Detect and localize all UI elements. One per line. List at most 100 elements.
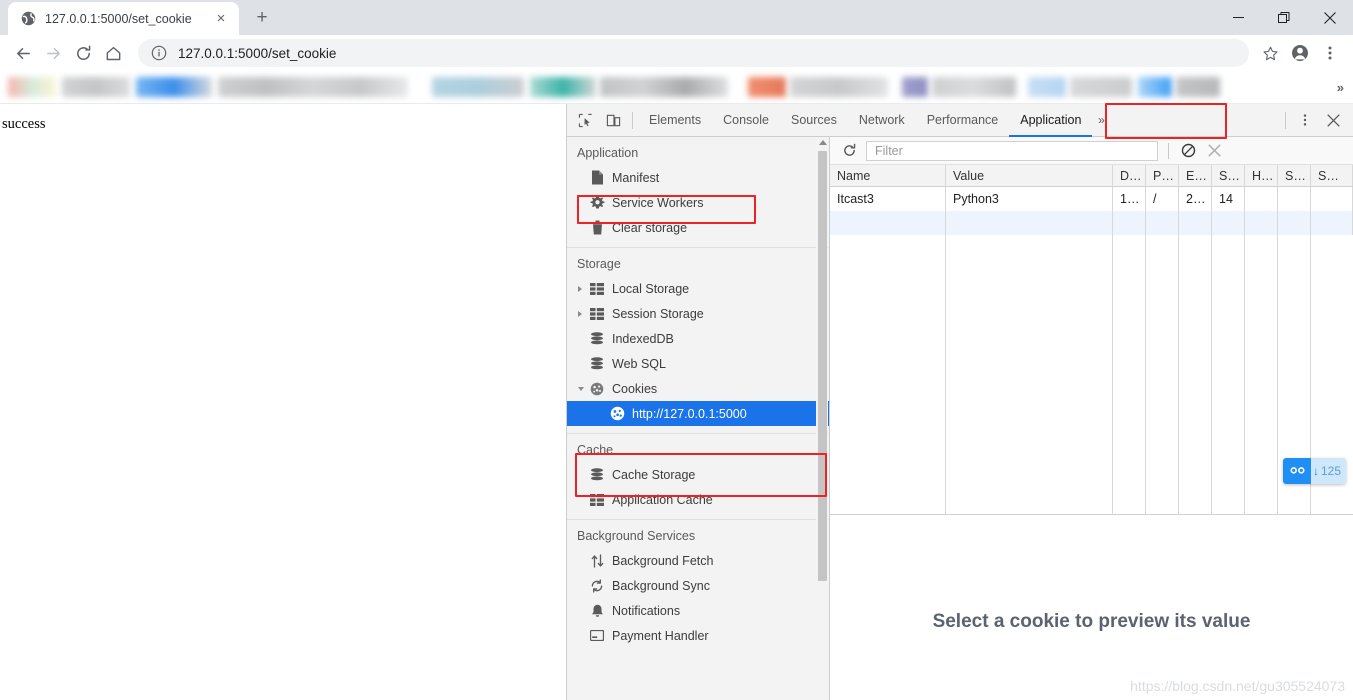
address-bar[interactable]: 127.0.0.1:5000/set_cookie	[138, 39, 1249, 67]
new-tab-button[interactable]: +	[248, 4, 276, 32]
table-row-empty[interactable]	[830, 211, 1353, 235]
tab-application[interactable]: Application	[1009, 104, 1093, 137]
sidebar-item-notifications[interactable]: Notifications	[567, 598, 829, 623]
bookmark-item[interactable]	[8, 77, 56, 97]
sidebar-item-local-storage[interactable]: Local Storage	[567, 276, 829, 301]
chevron-right-icon[interactable]	[578, 310, 582, 317]
cookies-table: Name Value D… P… E… S… H… S… S… Itcast3 …	[830, 165, 1353, 514]
sidebar-item-service-workers[interactable]: Service Workers	[567, 190, 829, 215]
bookmark-item[interactable]	[902, 77, 928, 97]
column-header-samesite[interactable]: S…	[1311, 165, 1353, 186]
sidebar-item-label: Session Storage	[612, 306, 704, 321]
profile-avatar-icon[interactable]	[1285, 38, 1315, 68]
database-icon	[589, 467, 605, 483]
home-icon[interactable]	[98, 38, 128, 68]
filter-input[interactable]: Filter	[866, 140, 1158, 161]
devtools-close-icon[interactable]	[1319, 107, 1347, 133]
devtools-menu-icon[interactable]	[1291, 107, 1319, 133]
minimize-button[interactable]	[1215, 0, 1261, 35]
sidebar-scrollbar[interactable]	[816, 137, 828, 700]
bell-icon	[589, 603, 605, 619]
sidebar-item-application-cache[interactable]: Application Cache	[567, 487, 829, 512]
column-header-domain[interactable]: D…	[1113, 165, 1146, 186]
chevron-right-icon[interactable]	[578, 285, 582, 292]
maximize-restore-button[interactable]	[1261, 0, 1307, 35]
sidebar-item-background-fetch[interactable]: Background Fetch	[567, 548, 829, 573]
browser-tab[interactable]: 127.0.0.1:5000/set_cookie ×	[8, 2, 239, 35]
toolbar-divider	[1168, 142, 1169, 159]
sidebar-item-background-sync[interactable]: Background Sync	[567, 573, 829, 598]
column-header-name[interactable]: Name	[830, 165, 946, 186]
download-manager-badge[interactable]: ↓ 125	[1283, 458, 1347, 484]
cell-samesite	[1311, 187, 1353, 211]
sidebar-item-label: Application Cache	[612, 492, 713, 507]
toolbar-divider	[1285, 111, 1286, 129]
info-circle-icon[interactable]	[150, 45, 167, 62]
bookmark-item[interactable]	[530, 77, 596, 97]
preview-empty-message: Select a cookie to preview its value	[932, 611, 1251, 632]
bookmark-item[interactable]	[1176, 77, 1220, 97]
column-header-secure[interactable]: S…	[1278, 165, 1311, 186]
trash-icon	[589, 220, 605, 236]
sidebar-item-label: IndexedDB	[612, 331, 674, 346]
inspect-element-icon[interactable]	[571, 107, 599, 133]
column-header-expires[interactable]: E…	[1179, 165, 1212, 186]
scroll-up-icon[interactable]	[819, 140, 827, 145]
bookmark-item[interactable]	[600, 77, 728, 97]
bookmark-item[interactable]	[748, 77, 786, 97]
browser-menu-icon[interactable]	[1315, 38, 1345, 68]
bookmarks-overflow-icon[interactable]: »	[1337, 80, 1344, 95]
bookmark-item[interactable]	[1138, 77, 1172, 97]
sidebar-item-cache-storage[interactable]: Cache Storage	[567, 462, 829, 487]
table-row[interactable]: Itcast3 Python3 1… / 2… 14	[830, 187, 1353, 211]
sidebar-item-manifest[interactable]: Manifest	[567, 165, 829, 190]
sidebar-item-session-storage[interactable]: Session Storage	[567, 301, 829, 326]
column-header-httponly[interactable]: H…	[1245, 165, 1278, 186]
window-close-button[interactable]	[1307, 0, 1353, 35]
bookmark-item[interactable]	[932, 77, 1016, 97]
bookmarks-bar[interactable]: »	[0, 71, 1353, 104]
tab-elements[interactable]: Elements	[638, 104, 712, 137]
sidebar-item-web-sql[interactable]: Web SQL	[567, 351, 829, 376]
bookmark-item[interactable]	[1028, 77, 1066, 97]
reload-icon[interactable]	[68, 38, 98, 68]
sidebar-item-label: Payment Handler	[612, 628, 709, 643]
sidebar-item-cookies[interactable]: Cookies	[567, 376, 829, 401]
bookmark-item[interactable]	[62, 77, 130, 97]
close-icon[interactable]: ×	[211, 9, 231, 29]
column-header-value[interactable]: Value	[946, 165, 1113, 186]
devtools-panel: Elements Console Sources Network Perform…	[566, 103, 1353, 700]
back-icon[interactable]	[8, 38, 38, 68]
application-sidebar: Application Manifest Service Workers Cle…	[567, 137, 830, 700]
scrollbar-thumb[interactable]	[818, 151, 827, 581]
column-header-path[interactable]: P…	[1146, 165, 1179, 186]
tab-network[interactable]: Network	[848, 104, 916, 137]
sidebar-item-clear-storage[interactable]: Clear storage	[567, 215, 829, 240]
refresh-icon[interactable]	[836, 138, 862, 164]
forward-icon[interactable]	[38, 38, 68, 68]
sidebar-item-payment-handler[interactable]: Payment Handler	[567, 623, 829, 648]
clear-all-icon[interactable]	[1175, 138, 1201, 164]
bookmark-item[interactable]	[432, 77, 524, 97]
sidebar-item-indexeddb[interactable]: IndexedDB	[567, 326, 829, 351]
cell-name: Itcast3	[830, 187, 946, 211]
grid-column	[1245, 235, 1278, 514]
tabs-overflow-icon[interactable]: »	[1092, 104, 1110, 137]
bookmark-item[interactable]	[218, 77, 408, 97]
bookmark-item[interactable]	[790, 77, 888, 97]
tab-sources[interactable]: Sources	[780, 104, 848, 137]
document-icon	[589, 170, 605, 186]
delete-cookie-icon[interactable]	[1201, 138, 1227, 164]
bookmark-item[interactable]	[136, 77, 212, 97]
sidebar-item-label: Notifications	[612, 603, 681, 618]
tab-console[interactable]: Console	[712, 104, 780, 137]
sidebar-group-cache: Cache	[577, 443, 614, 457]
bookmark-star-icon[interactable]	[1255, 38, 1285, 68]
bookmark-item[interactable]	[1070, 77, 1132, 97]
tab-performance[interactable]: Performance	[916, 104, 1010, 137]
sidebar-item-cookie-origin[interactable]: http://127.0.0.1:5000	[567, 401, 829, 426]
device-toolbar-icon[interactable]	[599, 107, 627, 133]
chevron-down-icon[interactable]	[578, 386, 584, 391]
column-header-size[interactable]: S…	[1212, 165, 1245, 186]
download-arrow-icon: ↓	[1313, 464, 1319, 478]
